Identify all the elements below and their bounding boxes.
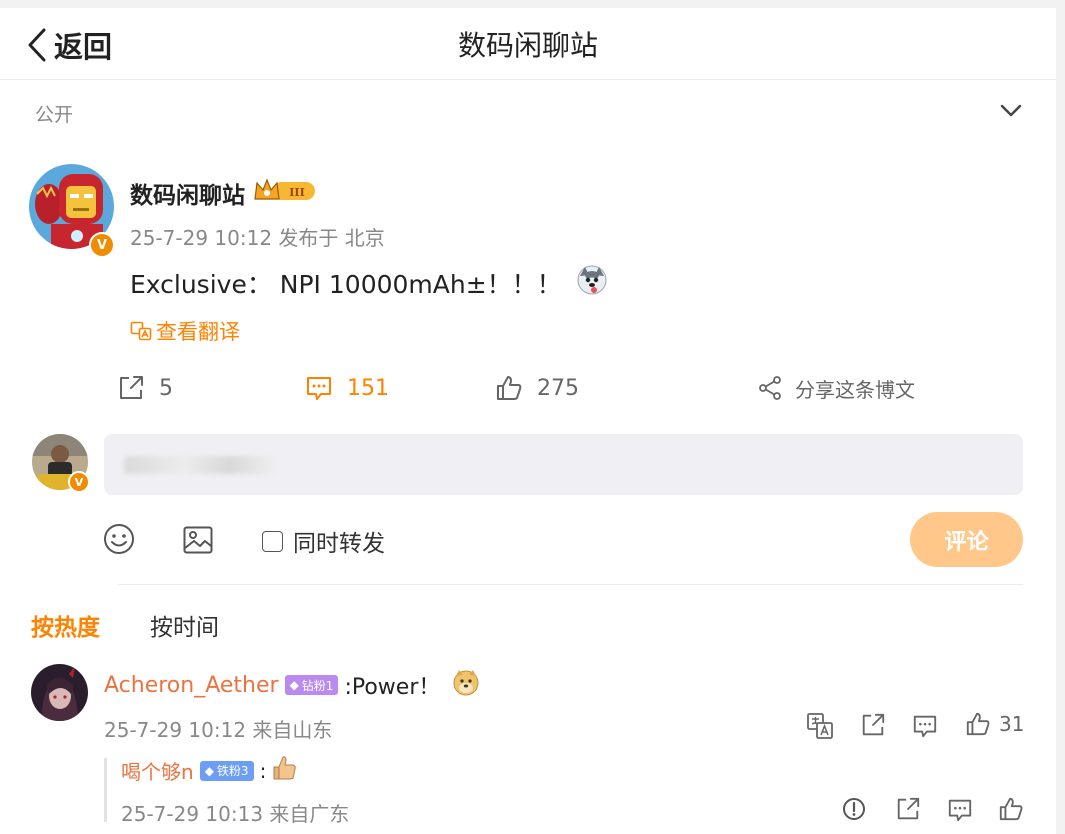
sort-by-hot-tab[interactable]: 按热度 [31,608,100,642]
svg-text:III: III [289,186,304,199]
checkbox-box[interactable] [262,530,283,552]
crown-badge: III [253,177,317,209]
doge-emoji-icon [452,668,480,702]
report-icon[interactable] [842,797,866,821]
share-label: 分享这条博文 [795,377,915,402]
post-content: Exclusive： NPI 10000mAh±！！！ [130,264,608,302]
translate-comment-icon[interactable] [806,712,834,740]
author-name[interactable]: 数码闲聊站 [130,176,245,210]
fan-badge: ◆ 钻粉1 [284,675,339,695]
fan-badge: ◆ 铁粉3 [199,760,254,781]
sort-by-time-tab[interactable]: 按时间 [150,608,219,642]
verified-badge-small: V [68,471,90,493]
page-title: 数码闲聊站 [457,29,598,62]
image-icon[interactable] [182,524,214,556]
translate-link[interactable]: 查看翻译 [130,316,240,346]
post-meta: 25-7-29 10:12 发布于 北京 [130,226,385,250]
reply-comment-icon[interactable] [912,713,938,739]
weibo-detail-panel: 返回 数码闲聊站 公开 V 数码闲聊站 III 25-7-29 10:12 发布… [0,8,1056,834]
comment-avatar[interactable] [31,664,88,721]
comment-count: 151 [347,375,389,401]
blurred-draft-text [124,456,274,474]
comment-button[interactable]: 151 [305,368,389,408]
share-button[interactable]: 分享这条博文 [757,368,915,408]
repost-count: 5 [159,375,173,401]
thumbs-up-icon [497,376,522,400]
comment-like-count: 31 [999,712,1025,736]
reply-reply-icon[interactable] [947,797,973,823]
comment-like-button[interactable]: 31 [965,711,1024,737]
reply-line: 喝个够n ◆ 铁粉3 : [121,754,298,787]
diamond-icon: ◆ [289,678,299,692]
like-button[interactable]: 275 [495,368,579,408]
comment-username[interactable]: Acheron_Aether [104,673,279,698]
post-action-bar: 5 151 275 分享这条博文 [0,368,1056,408]
repost-checkbox[interactable]: 同时转发 [262,524,385,558]
reply-username[interactable]: 喝个够n [121,756,194,785]
reply-text: : [259,758,267,783]
translate-icon [130,321,152,341]
reply-like-icon[interactable] [998,796,1024,822]
diamond-icon: ◆ [204,763,214,778]
reply-meta: 25-7-29 10:13 来自广东 [121,802,350,826]
post-author: 数码闲聊站 III [130,176,317,210]
repost-reply-icon[interactable] [895,796,921,822]
comment-meta: 25-7-29 10:12 来自山东 [104,718,333,742]
thumbs-up-icon [966,712,990,736]
divider [118,584,1023,585]
top-bar: 返回 数码闲聊站 [0,8,1056,80]
repost-button[interactable]: 5 [117,368,173,408]
repost-icon [120,376,143,399]
comment-line: Acheron_Aether ◆ 钻粉1 :Power！ [104,668,480,702]
visibility-label: 公开 [35,104,74,126]
post-text: Exclusive： NPI 10000mAh±！！！ [130,270,562,299]
husky-emoji-icon [576,264,608,302]
share-icon [759,376,781,400]
translate-label: 查看翻译 [156,320,240,344]
verified-badge: V [89,232,115,258]
fan-badge-label: 铁粉3 [216,764,249,778]
comment-input[interactable] [104,434,1023,495]
repost-comment-icon[interactable] [860,712,886,738]
submit-comment-button[interactable]: 评论 [910,512,1023,567]
like-count: 275 [537,375,579,401]
thumbs-up-emoji-icon [270,754,298,787]
chevron-down-icon[interactable] [998,98,1024,122]
reply-indent-bar [104,758,107,822]
repost-checkbox-label: 同时转发 [293,531,385,557]
fan-badge-label: 钻粉1 [301,678,334,693]
emoji-icon[interactable] [103,523,135,555]
comment-icon [307,377,331,400]
comment-text: :Power！ [344,675,441,700]
